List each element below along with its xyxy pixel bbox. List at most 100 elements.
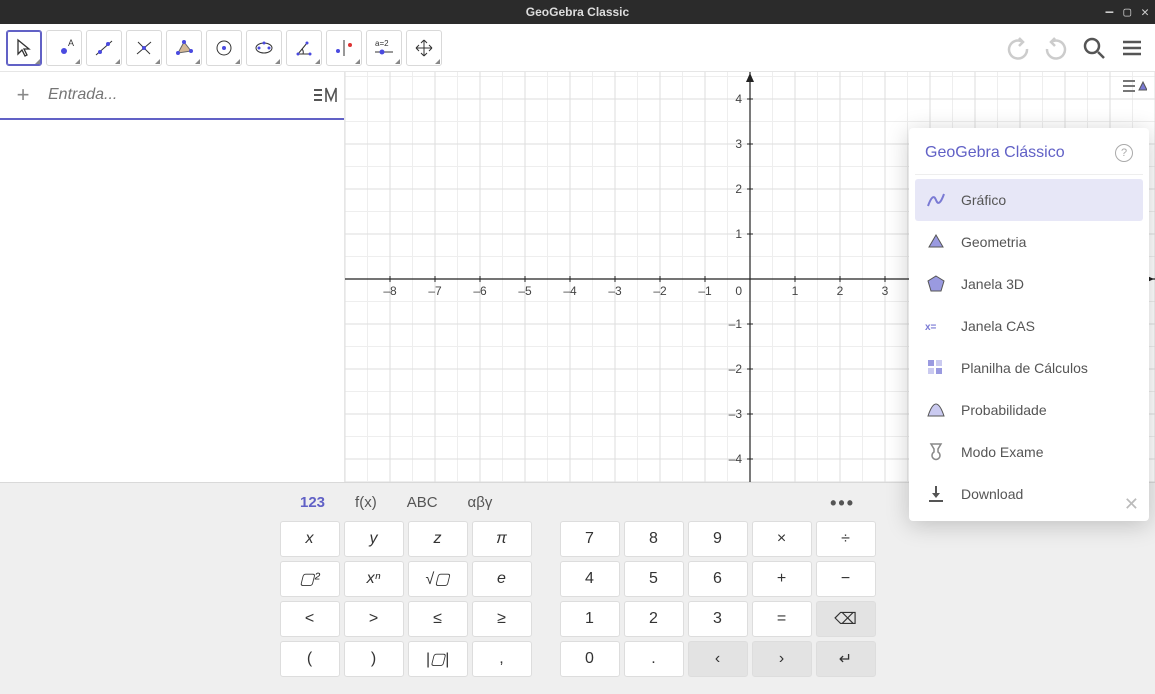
tool-perpendicular[interactable] — [126, 30, 162, 66]
symbolic-toggle[interactable] — [306, 85, 344, 105]
key-enter[interactable]: ↵ — [816, 641, 876, 677]
cursor-icon — [14, 38, 34, 58]
perspective-label: Modo Exame — [961, 444, 1043, 460]
tool-polygon[interactable] — [166, 30, 202, 66]
key-≤[interactable]: ≤ — [408, 601, 468, 637]
perspective-item-geometria[interactable]: Geometria — [915, 221, 1143, 263]
key-6[interactable]: 6 — [688, 561, 748, 597]
key-<[interactable]: < — [280, 601, 340, 637]
key-sqrt[interactable]: √▢ — [408, 561, 468, 597]
special-line-icon — [134, 38, 154, 58]
tool-transform[interactable] — [326, 30, 362, 66]
svg-text:–5: –5 — [518, 284, 532, 298]
svg-text:2: 2 — [735, 182, 742, 196]
key-abs[interactable]: |▢| — [408, 641, 468, 677]
tool-conic[interactable] — [246, 30, 282, 66]
key-,[interactable]: , — [472, 641, 532, 677]
keyboard-more-button[interactable]: ••• — [830, 493, 855, 514]
search-button[interactable] — [1077, 31, 1111, 65]
key-≥[interactable]: ≥ — [472, 601, 532, 637]
reflect-icon — [334, 38, 354, 58]
tool-angle[interactable] — [286, 30, 322, 66]
key-2[interactable]: 2 — [624, 601, 684, 637]
svg-text:–4: –4 — [729, 452, 743, 466]
tool-slider[interactable]: a=2 — [366, 30, 402, 66]
perspective-item-janela-cas[interactable]: x=Janela CAS — [915, 305, 1143, 347]
key-8[interactable]: 8 — [624, 521, 684, 557]
perspective-label: Geometria — [961, 234, 1026, 250]
key-square[interactable]: ▢² — [280, 561, 340, 597]
key-×[interactable]: × — [752, 521, 812, 557]
tool-circle[interactable] — [206, 30, 242, 66]
popup-close-button[interactable]: ✕ — [1124, 494, 1139, 515]
key-7[interactable]: 7 — [560, 521, 620, 557]
keyboard-tab-f(x)[interactable]: f(x) — [355, 494, 377, 511]
perspective-item-download[interactable]: Download — [915, 473, 1143, 515]
key-backspace[interactable]: ⌫ — [816, 601, 876, 637]
redo-button[interactable] — [1039, 31, 1073, 65]
perspective-item-gráfico[interactable]: Gráfico — [915, 179, 1143, 221]
window-minimize-button[interactable]: — — [1106, 5, 1114, 20]
svg-text:3: 3 — [882, 284, 889, 298]
tool-move[interactable] — [6, 30, 42, 66]
window-maximize-button[interactable]: ▢ — [1123, 5, 1131, 20]
svg-text:–1: –1 — [729, 317, 743, 331]
svg-text:–6: –6 — [473, 284, 487, 298]
key-÷[interactable]: ÷ — [816, 521, 876, 557]
key-4[interactable]: 4 — [560, 561, 620, 597]
key-3[interactable]: 3 — [688, 601, 748, 637]
perspective-item-modo-exame[interactable]: Modo Exame — [915, 431, 1143, 473]
menu-button[interactable] — [1115, 31, 1149, 65]
key-.[interactable]: . — [624, 641, 684, 677]
key-right[interactable]: › — [752, 641, 812, 677]
add-object-button[interactable]: + — [0, 82, 46, 108]
perspective-label: Janela CAS — [961, 318, 1035, 334]
slider-icon: a=2 — [372, 38, 396, 58]
key-9[interactable]: 9 — [688, 521, 748, 557]
window-close-button[interactable]: ✕ — [1141, 5, 1149, 20]
popup-help-button[interactable]: ? — [1115, 144, 1133, 162]
svg-text:–1: –1 — [698, 284, 712, 298]
perspective-label: Gráfico — [961, 192, 1006, 208]
tool-point[interactable]: A — [46, 30, 82, 66]
key-([interactable]: ( — [280, 641, 340, 677]
key->[interactable]: > — [344, 601, 404, 637]
keyboard-tab-αβγ[interactable]: αβγ — [468, 494, 493, 511]
style-bar-toggle[interactable] — [1121, 76, 1151, 102]
svg-text:–2: –2 — [729, 362, 743, 376]
key-x[interactable]: x — [280, 521, 340, 557]
perspective-item-janela-3d[interactable]: Janela 3D — [915, 263, 1143, 305]
popup-title: GeoGebra Clássico — [925, 144, 1065, 162]
svg-text:1: 1 — [792, 284, 799, 298]
key-e[interactable]: e — [472, 561, 532, 597]
key-y[interactable]: y — [344, 521, 404, 557]
svg-text:–2: –2 — [653, 284, 667, 298]
key-=[interactable]: = — [752, 601, 812, 637]
svg-text:3: 3 — [735, 137, 742, 151]
key-left[interactable]: ‹ — [688, 641, 748, 677]
perspective-item-probabilidade[interactable]: Probabilidade — [915, 389, 1143, 431]
svg-text:–3: –3 — [729, 407, 743, 421]
tool-move-view[interactable] — [406, 30, 442, 66]
perspective-label: Janela 3D — [961, 276, 1024, 292]
keyboard-tab-ABC[interactable]: ABC — [407, 494, 438, 511]
key-π[interactable]: π — [472, 521, 532, 557]
key-0[interactable]: 0 — [560, 641, 620, 677]
key-5[interactable]: 5 — [624, 561, 684, 597]
style-bar-icon — [1121, 76, 1147, 96]
key-z[interactable]: z — [408, 521, 468, 557]
perspective-item-planilha-de-cálculos[interactable]: Planilha de Cálculos — [915, 347, 1143, 389]
key-+[interactable]: + — [752, 561, 812, 597]
tool-line[interactable] — [86, 30, 122, 66]
perspective-icon — [925, 273, 947, 295]
perspective-label: Download — [961, 486, 1023, 502]
undo-button[interactable] — [1001, 31, 1035, 65]
key-−[interactable]: − — [816, 561, 876, 597]
svg-text:a=2: a=2 — [375, 39, 389, 48]
key-)[interactable]: ) — [344, 641, 404, 677]
perspective-icon — [925, 483, 947, 505]
key-1[interactable]: 1 — [560, 601, 620, 637]
keyboard-tab-123[interactable]: 123 — [300, 494, 325, 511]
key-power[interactable]: xⁿ — [344, 561, 404, 597]
algebra-input[interactable] — [46, 85, 306, 105]
